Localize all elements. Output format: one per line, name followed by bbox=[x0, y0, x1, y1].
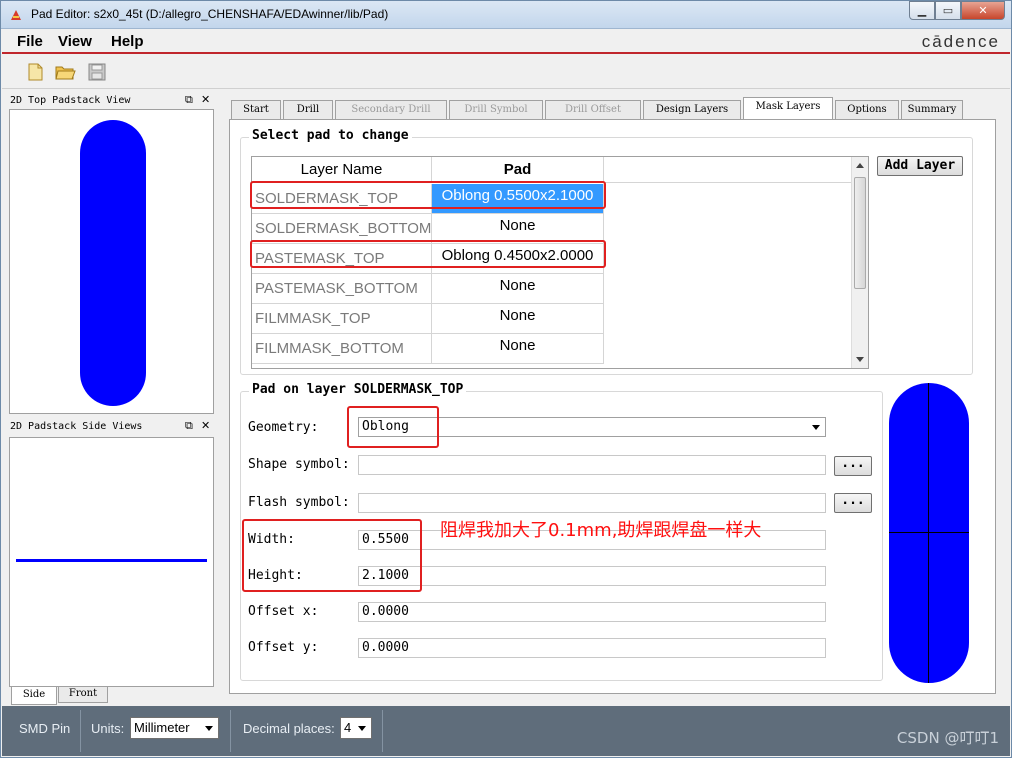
tab-mask-layers[interactable]: Mask Layers bbox=[743, 97, 833, 119]
tab-design-layers[interactable]: Design Layers bbox=[643, 100, 741, 119]
highlight-soldermask-top bbox=[250, 181, 606, 209]
layer-name-cell: FILMMASK_BOTTOM bbox=[252, 334, 432, 364]
oblong-pad-shape bbox=[80, 120, 146, 406]
decimal-places-select[interactable]: 4 bbox=[340, 717, 372, 739]
select-pad-label: Select pad to change bbox=[249, 128, 412, 143]
tab-secondary-drill[interactable]: Secondary Drill bbox=[335, 100, 447, 119]
tab-drill-offset[interactable]: Drill Offset bbox=[545, 100, 641, 119]
layer-name-cell: FILMMASK_TOP bbox=[252, 304, 432, 334]
offset-y-label: Offset y: bbox=[248, 640, 319, 655]
side-views-title: 2D Padstack Side Views bbox=[10, 421, 143, 432]
maximize-button[interactable]: ▭ bbox=[935, 1, 961, 20]
scroll-thumb[interactable] bbox=[854, 177, 866, 289]
tab-side[interactable]: Side bbox=[11, 687, 57, 705]
save-disk-icon[interactable] bbox=[86, 62, 108, 82]
status-separator bbox=[382, 710, 383, 752]
maximize-icon: ▭ bbox=[942, 4, 954, 17]
decimal-chevron-down-icon bbox=[358, 726, 366, 731]
panel-close-icon[interactable]: ✕ bbox=[201, 93, 210, 106]
top-view-canvas bbox=[9, 109, 214, 414]
watermark: CSDN @叮叮1 bbox=[896, 729, 999, 747]
minimize-icon: ▁ bbox=[917, 4, 927, 17]
status-separator bbox=[80, 710, 81, 752]
pad-preview bbox=[889, 383, 969, 683]
pad-cell[interactable]: None bbox=[432, 274, 604, 304]
tab-front[interactable]: Front bbox=[58, 687, 108, 703]
pad-cell[interactable]: None bbox=[432, 304, 604, 334]
highlight-width-height bbox=[242, 519, 422, 592]
offset-x-field[interactable]: 0.0000 bbox=[358, 602, 826, 622]
minimize-button[interactable]: ▁ bbox=[909, 1, 935, 20]
pad-cell[interactable]: None bbox=[432, 334, 604, 364]
offset-y-field[interactable]: 0.0000 bbox=[358, 638, 826, 658]
layer-name-cell: PASTEMASK_BOTTOM bbox=[252, 274, 432, 304]
menu-bar: File View Help cādence bbox=[2, 30, 1010, 54]
cadence-logo: cādence bbox=[921, 32, 1000, 51]
window-title: Pad Editor: s2x0_45t (D:/allegro_CHENSHA… bbox=[31, 7, 389, 21]
preview-crosshair-v bbox=[928, 383, 929, 683]
tab-options[interactable]: Options bbox=[835, 100, 899, 119]
shape-symbol-label: Shape symbol: bbox=[248, 457, 350, 472]
pad-side-line bbox=[16, 559, 207, 562]
menu-help[interactable]: Help bbox=[111, 33, 144, 50]
preview-crosshair-h bbox=[889, 532, 969, 533]
status-separator bbox=[230, 710, 231, 752]
toolbar bbox=[2, 56, 1010, 89]
geometry-label: Geometry: bbox=[248, 420, 319, 435]
flash-symbol-field[interactable] bbox=[358, 493, 826, 513]
shape-symbol-browse-button[interactable]: ... bbox=[834, 456, 872, 476]
top-view-title: 2D Top Padstack View bbox=[10, 95, 131, 106]
flash-symbol-browse-button[interactable]: ... bbox=[834, 493, 872, 513]
column-pad[interactable]: Pad bbox=[432, 157, 604, 183]
side-float-icon[interactable]: ⧉ bbox=[185, 419, 193, 433]
decimal-places-label: Decimal places: bbox=[243, 721, 335, 736]
status-bar: SMD Pin Units: Millimeter Decimal places… bbox=[2, 706, 1010, 756]
side-close-icon[interactable]: ✕ bbox=[201, 419, 210, 432]
highlight-pastemask-top bbox=[250, 240, 606, 268]
units-chevron-down-icon bbox=[205, 726, 213, 731]
tab-drill[interactable]: Drill bbox=[283, 100, 333, 119]
open-folder-icon[interactable] bbox=[54, 62, 76, 82]
flash-symbol-label: Flash symbol: bbox=[248, 495, 350, 510]
menu-file[interactable]: File bbox=[17, 33, 43, 50]
scroll-up-icon[interactable] bbox=[856, 163, 864, 168]
tab-summary[interactable]: Summary bbox=[901, 100, 963, 119]
title-bar: Pad Editor: s2x0_45t (D:/allegro_CHENSHA… bbox=[1, 1, 1011, 29]
tab-start[interactable]: Start bbox=[231, 100, 281, 119]
height-field[interactable]: 2.1000 bbox=[358, 566, 826, 586]
units-label: Units: bbox=[91, 721, 125, 736]
pad-editor-window: Pad Editor: s2x0_45t (D:/allegro_CHENSHA… bbox=[0, 0, 1012, 758]
table-scrollbar[interactable] bbox=[851, 157, 868, 368]
float-icon[interactable]: ⧉ bbox=[185, 93, 193, 107]
units-value: Millimeter bbox=[134, 720, 190, 735]
add-layer-button[interactable]: Add Layer bbox=[877, 156, 963, 176]
scroll-down-icon[interactable] bbox=[856, 357, 864, 362]
app-icon bbox=[11, 10, 21, 20]
tab-drill-symbol[interactable]: Drill Symbol bbox=[449, 100, 543, 119]
pad-on-layer-label: Pad on layer SOLDERMASK_TOP bbox=[249, 382, 467, 397]
menu-view[interactable]: View bbox=[58, 33, 92, 50]
table-header: Layer Name Pad bbox=[252, 157, 852, 183]
offset-x-label: Offset x: bbox=[248, 604, 319, 619]
close-button[interactable]: ✕ bbox=[961, 1, 1005, 20]
side-view-canvas bbox=[9, 437, 214, 687]
decimal-places-value: 4 bbox=[344, 720, 352, 735]
highlight-geometry bbox=[347, 406, 439, 448]
column-layer-name[interactable]: Layer Name bbox=[252, 157, 432, 183]
close-icon: ✕ bbox=[978, 4, 988, 17]
chevron-down-icon bbox=[812, 425, 820, 430]
new-file-icon[interactable] bbox=[24, 62, 46, 82]
shape-symbol-field[interactable] bbox=[358, 455, 826, 475]
units-select[interactable]: Millimeter bbox=[130, 717, 219, 739]
annotation-text: 阻焊我加大了0.1mm,助焊跟焊盘一样大 bbox=[440, 520, 762, 541]
pin-type: SMD Pin bbox=[19, 721, 71, 736]
